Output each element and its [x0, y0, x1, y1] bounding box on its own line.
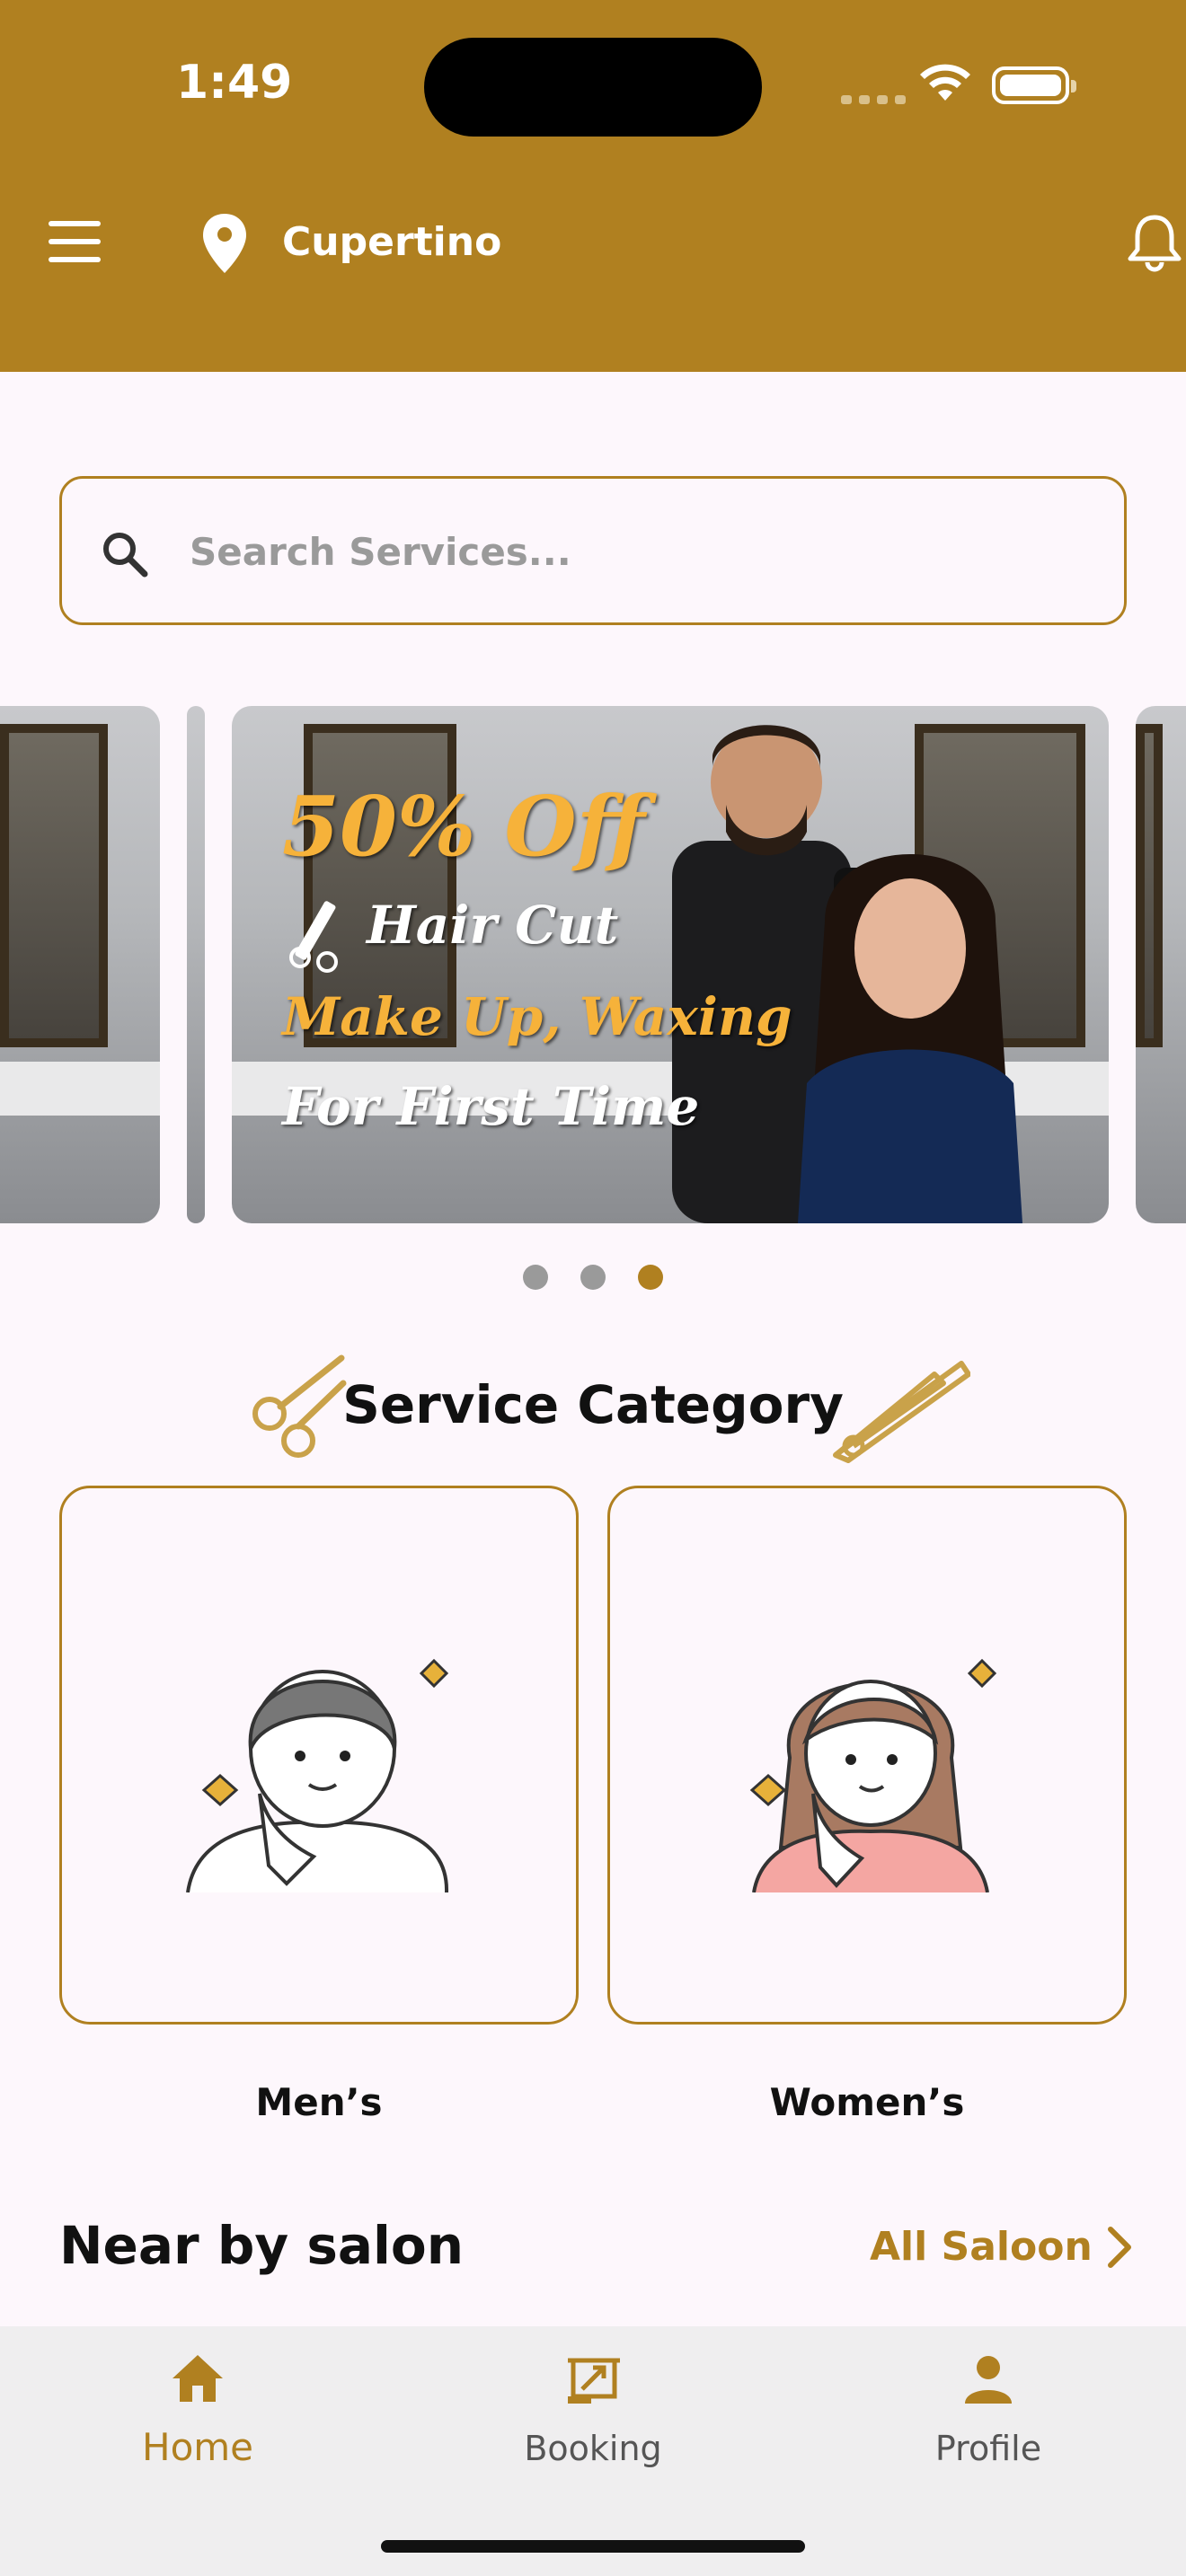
dynamic-island — [424, 38, 762, 137]
nearby-salon-title: Near by salon — [59, 2215, 465, 2276]
cellular-signal-icon — [841, 95, 906, 104]
search-icon — [103, 533, 148, 578]
booking-icon — [568, 2358, 620, 2404]
search-input[interactable] — [188, 515, 1090, 588]
promo-carousel[interactable]: 50% Off Hair Cut Make Up, Waxing For Fir… — [0, 706, 1186, 1223]
category-card-mens[interactable] — [59, 1486, 579, 2025]
location-label[interactable]: Cupertino — [282, 219, 501, 265]
location-pin-icon — [203, 214, 246, 273]
carousel-slide-prev[interactable] — [0, 706, 160, 1223]
tab-label-home: Home — [141, 2425, 254, 2469]
carousel-slide-next[interactable] — [1136, 706, 1186, 1223]
man-avatar-image — [186, 1658, 449, 1892]
carousel-slide-prev-edge[interactable] — [187, 706, 205, 1223]
promo-line-haircut: Hair Cut — [367, 895, 619, 956]
bottom-tab-bar: Home Booking Profile — [0, 2326, 1186, 2576]
all-saloon-label: All Saloon — [870, 2224, 1093, 2270]
tab-booking[interactable]: Booking — [395, 2326, 791, 2506]
promo-line-makeup: Make Up, Waxing — [282, 986, 792, 1047]
profile-icon — [965, 2356, 1012, 2404]
carousel-page-indicator — [0, 1265, 1186, 1290]
category-card-womens[interactable] — [607, 1486, 1127, 2025]
category-label-mens[interactable]: Men’s — [59, 2080, 579, 2124]
battery-icon — [992, 66, 1076, 104]
carousel-dot[interactable] — [580, 1265, 606, 1290]
status-time: 1:49 — [176, 56, 293, 110]
menu-button[interactable] — [49, 221, 102, 262]
woman-avatar-image — [749, 1658, 997, 1892]
promo-line-first-time: For First Time — [282, 1076, 700, 1137]
home-indicator — [381, 2540, 805, 2553]
carousel-dot[interactable] — [523, 1265, 548, 1290]
category-label-womens[interactable]: Women’s — [607, 2080, 1127, 2124]
service-category-title: Service Category — [342, 1374, 844, 1435]
wifi-icon — [920, 64, 970, 101]
search-bar[interactable] — [59, 476, 1127, 625]
home-icon — [173, 2355, 223, 2402]
client-image — [798, 854, 1022, 1223]
carousel-dot[interactable] — [638, 1265, 663, 1290]
chevron-right-icon — [1107, 2226, 1131, 2268]
tab-home[interactable]: Home — [0, 2326, 395, 2506]
tab-profile[interactable]: Profile — [791, 2326, 1186, 2506]
notification-bell-icon[interactable] — [1123, 210, 1186, 273]
app-header: 1:49 Cupertino — [0, 0, 1186, 372]
scissors-comb-icon — [289, 901, 338, 973]
promo-discount: 50% Off — [282, 778, 645, 875]
tab-label-profile: Profile — [934, 2429, 1042, 2468]
all-saloon-link[interactable]: All Saloon — [870, 2224, 1134, 2270]
hair-straightener-icon — [833, 1361, 970, 1463]
carousel-slide-current[interactable]: 50% Off Hair Cut Make Up, Waxing For Fir… — [232, 706, 1109, 1223]
tab-label-booking: Booking — [524, 2429, 662, 2468]
